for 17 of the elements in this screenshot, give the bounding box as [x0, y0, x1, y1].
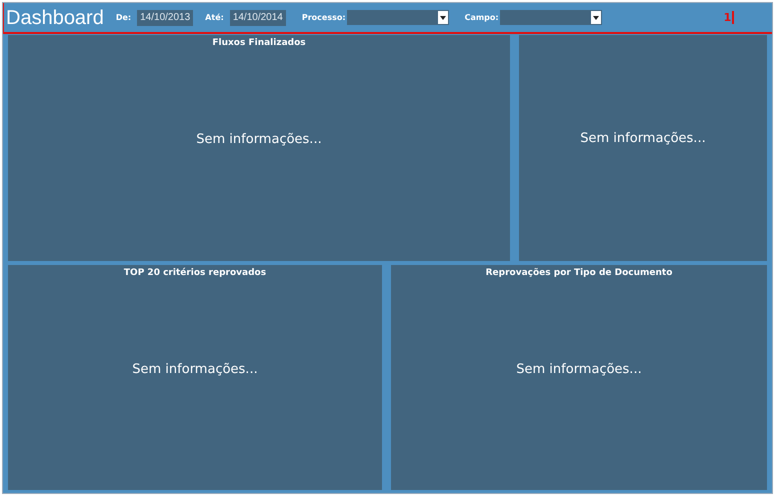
filter-label: Campo: [464, 12, 499, 24]
filter-label: Até: [205, 12, 224, 24]
filter-label: De: [116, 12, 132, 24]
panel-title: Reprovações por Tipo de Documento [486, 267, 672, 280]
dropdown-field[interactable] [346, 10, 449, 25]
dashboard-title: Dashboard [6, 6, 104, 30]
filter-label: Processo: [302, 12, 346, 24]
panel-title: Fluxos Finalizados [212, 37, 306, 50]
marker-text: 1 [724, 11, 734, 24]
date-field[interactable]: 14/10/2014 [230, 10, 286, 26]
dropdown-field[interactable] [500, 10, 602, 25]
empty-message: Sem informações... [196, 131, 322, 149]
panel-title: TOP 20 critérios reprovados [124, 267, 266, 280]
date-field[interactable]: 14/10/2013 [137, 10, 194, 26]
empty-message: Sem informações... [132, 360, 258, 378]
empty-message: Sem informações... [580, 130, 706, 148]
empty-message: Sem informações... [516, 360, 642, 378]
